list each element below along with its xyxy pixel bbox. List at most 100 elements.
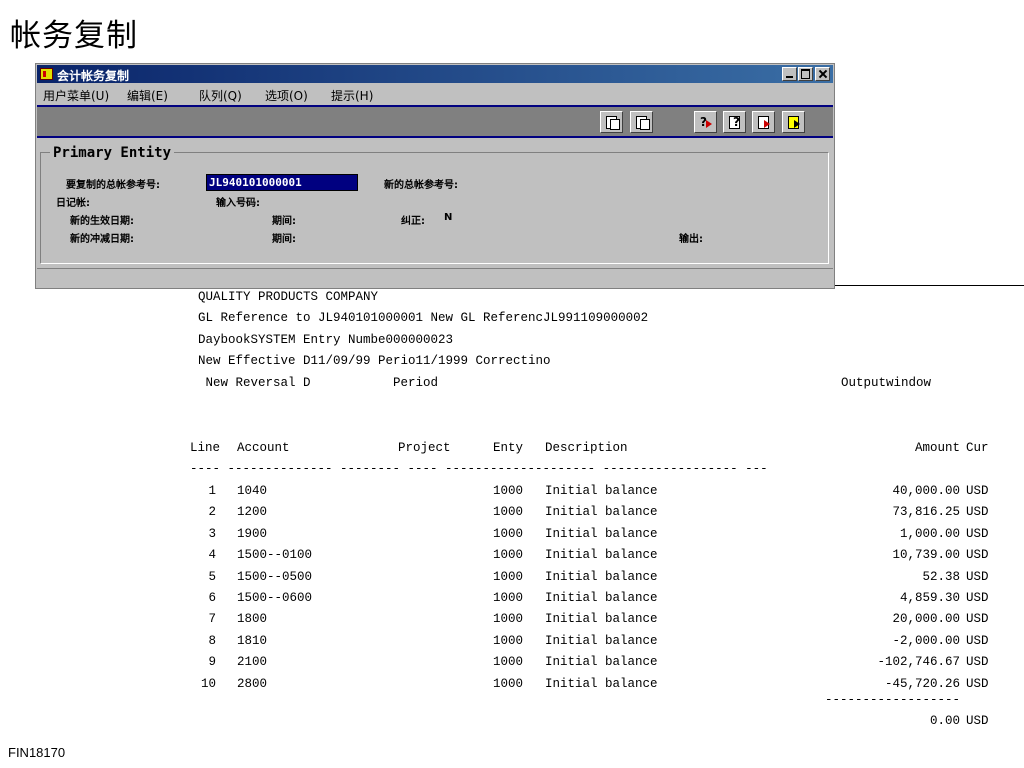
col-description: Description — [545, 441, 628, 455]
query-icon[interactable]: ? — [694, 111, 717, 133]
copy-ref-input[interactable]: JL940101000001 — [206, 174, 358, 191]
new-ref-label: 新的总帐参考号: — [384, 180, 458, 191]
row-line: 2 — [208, 505, 216, 520]
row-description: Initial balance — [545, 569, 658, 584]
slide-title: 帐务复制 — [10, 18, 138, 54]
window-title: 会计帐务复制 — [57, 69, 130, 83]
period-label-1: 期间: — [272, 216, 296, 227]
toolbar: ? ? — [37, 105, 833, 138]
row-account: 1500--0500 — [237, 569, 313, 584]
row-enty: 1000 — [493, 505, 524, 520]
output-label: 输出: — [679, 234, 703, 245]
row-description: Initial balance — [545, 526, 658, 541]
export-icon[interactable] — [752, 111, 775, 133]
row-enty: 1000 — [493, 676, 524, 691]
row-description: Initial balance — [545, 633, 658, 648]
status-bar — [37, 268, 833, 289]
row-line: 8 — [208, 633, 216, 648]
maximize-icon[interactable] — [798, 67, 813, 81]
copy-icon[interactable] — [600, 111, 623, 133]
row-account: 1810 — [237, 633, 268, 648]
paste-icon[interactable] — [630, 111, 653, 133]
row-enty: 1000 — [493, 591, 524, 605]
correction-value[interactable]: N — [444, 212, 452, 223]
total-currency: USD — [966, 714, 989, 728]
report-company: QUALITY PRODUCTS COMPANY — [198, 290, 379, 304]
copy-ref-label: 要复制的总帐参考号: — [66, 180, 160, 191]
menu-edit[interactable]: 编辑(E) — [127, 87, 168, 104]
row-description: Initial balance — [545, 612, 658, 627]
row-currency: USD — [966, 612, 989, 627]
row-description: Initial balance — [545, 676, 658, 691]
row-amount: 1,000.00 — [899, 526, 960, 541]
menu-queue[interactable]: 队列(Q) — [199, 87, 242, 104]
row-line: 3 — [208, 526, 216, 541]
row-amount: -45,720.26 — [884, 676, 960, 691]
menu-help[interactable]: 提示(H) — [331, 87, 373, 104]
row-line: 4 — [208, 548, 216, 563]
menu-user[interactable]: 用户菜单(U) — [43, 87, 109, 104]
row-amount: 4,859.30 — [899, 591, 960, 605]
col-account: Account — [237, 441, 290, 455]
group-title: Primary Entity — [50, 145, 175, 161]
row-line: 7 — [208, 612, 216, 627]
row-description: Initial balance — [545, 655, 658, 670]
row-account: 1040 — [237, 484, 268, 498]
footer-code: FIN18170 — [8, 745, 66, 760]
close-icon[interactable] — [815, 67, 830, 81]
row-account: 2800 — [237, 676, 268, 691]
row-description: Initial balance — [545, 484, 658, 498]
report-reversal: New Reversal D Period — [198, 376, 439, 390]
col-line: Line — [190, 441, 221, 455]
row-line: 1 — [208, 484, 216, 498]
row-amount: 40,000.00 — [892, 484, 960, 498]
report-effective-date: New Effective D11/09/99 Perio11/1999 Cor… — [198, 354, 551, 368]
col-project: Project — [398, 441, 451, 455]
row-currency: USD — [966, 569, 989, 584]
row-account: 2100 — [237, 655, 268, 670]
row-amount: 73,816.25 — [892, 505, 960, 520]
new-reversal-date-label: 新的冲减日期: — [70, 234, 134, 245]
row-account: 1900 — [237, 526, 268, 541]
period-label-2: 期间: — [272, 234, 296, 245]
primary-entity-group — [40, 152, 829, 264]
exit-icon[interactable] — [782, 111, 805, 133]
total-dashes: ------------------ — [824, 693, 960, 707]
row-currency: USD — [966, 633, 989, 648]
row-currency: USD — [966, 548, 989, 563]
header-dashes: ---- -------------- -------- ---- ------… — [190, 462, 768, 476]
row-currency: USD — [966, 484, 989, 498]
row-description: Initial balance — [545, 505, 658, 520]
app-icon — [40, 68, 53, 80]
row-enty: 1000 — [493, 633, 524, 648]
row-amount: 10,739.00 — [892, 548, 960, 563]
row-amount: -102,746.67 — [877, 655, 960, 670]
report-daybook: DaybookSYSTEM Entry Numbe000000023 — [198, 333, 454, 347]
menu-options[interactable]: 选项(O) — [265, 87, 308, 104]
row-account: 1200 — [237, 505, 268, 520]
minimize-icon[interactable] — [782, 67, 797, 81]
row-currency: USD — [966, 526, 989, 541]
row-currency: USD — [966, 505, 989, 520]
col-cur: Cur — [966, 441, 989, 455]
col-amount: Amount — [914, 441, 960, 455]
divider-line — [835, 285, 1024, 286]
row-line: 10 — [200, 676, 216, 691]
col-enty: Enty — [493, 441, 524, 455]
entry-no-label: 输入号码: — [216, 198, 260, 209]
row-amount: 52.38 — [922, 569, 960, 584]
row-amount: 20,000.00 — [892, 612, 960, 627]
row-enty: 1000 — [493, 548, 524, 563]
row-account: 1500--0100 — [237, 548, 313, 563]
help-icon[interactable]: ? — [723, 111, 746, 133]
row-account: 1800 — [237, 612, 268, 627]
report-gl-reference: GL Reference to JL940101000001 New GL Re… — [198, 311, 649, 325]
report-output-window: Outputwindow — [841, 376, 932, 390]
row-enty: 1000 — [493, 526, 524, 541]
row-currency: USD — [966, 655, 989, 670]
daybook-label: 日记帐: — [56, 198, 90, 209]
row-enty: 1000 — [493, 484, 524, 498]
row-line: 5 — [208, 569, 216, 584]
row-currency: USD — [966, 676, 989, 691]
row-description: Initial balance — [545, 591, 658, 605]
